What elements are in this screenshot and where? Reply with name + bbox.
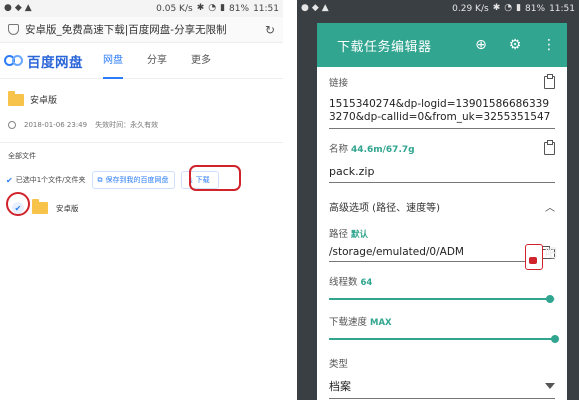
speed-label: 下载速度 MAX: [329, 314, 555, 328]
slider-knob[interactable]: [546, 295, 555, 303]
warning-icon: ▲: [321, 3, 329, 13]
link-input[interactable]: 1515340274&dp-logid=139015866863393270&d…: [329, 98, 555, 129]
clipboard-icon[interactable]: [544, 73, 555, 89]
clock: 11:51: [253, 3, 279, 14]
shared-folder-info: 安卓版 2018-01-06 23:49 失效时间：永久有效: [0, 79, 283, 130]
shared-folder-name: 安卓版: [30, 96, 58, 106]
browser-url-bar[interactable]: 安卓版_免费高速下载|百度网盘-分享无限制 ↻: [0, 17, 283, 43]
page-title: 安卓版_免费高速下载|百度网盘-分享无限制: [25, 24, 227, 36]
gear-icon[interactable]: ⚙: [507, 37, 523, 53]
threads-label-text: 线程数: [329, 277, 358, 288]
type-label: 类型: [329, 359, 349, 370]
nav-tabs: 网盘 分享 更多: [103, 43, 211, 79]
shield-icon: [8, 24, 19, 35]
bluetooth-icon: ✱: [492, 3, 501, 13]
share-date: 2018-01-06 23:49: [24, 121, 88, 129]
more-vert-icon[interactable]: ⋮: [541, 37, 557, 53]
baidu-logo[interactable]: 百度网盘: [4, 51, 83, 71]
save-to-pan-label: 保存到我的百度网盘: [105, 176, 169, 184]
advanced-options-label: 高级选项 (路径、速度等): [329, 203, 440, 214]
advanced-options-toggle[interactable]: 高级选项 (路径、速度等) ︿: [329, 199, 555, 214]
name-label: 名称 44.6m/67.7g: [329, 141, 415, 155]
signal-icon: ▮: [516, 3, 522, 13]
highlight-circle: [6, 192, 30, 216]
threads-value: 64: [360, 278, 373, 288]
wechat-icon: ●: [4, 3, 12, 13]
clock-icon: [8, 121, 16, 129]
battery-level: 81%: [229, 3, 250, 14]
threads-slider[interactable]: [329, 294, 555, 304]
clipboard-icon[interactable]: [544, 139, 555, 155]
app-bar: 下载任务编辑器 ⊕ ⚙ ⋮: [317, 23, 567, 67]
action-row: ✔ 已选中1个文件/文件夹 ⧉ 保存到我的百度网盘 ⤓ 下载: [0, 161, 283, 191]
tab-netdisk[interactable]: 网盘: [103, 43, 123, 79]
warning-icon: ▲: [24, 3, 32, 13]
save-icon: ⧉: [97, 175, 103, 184]
filename-input[interactable]: pack.zip: [329, 165, 555, 183]
type-value: 档案: [329, 380, 351, 393]
slider-fill: [329, 338, 555, 340]
battery-level: 81%: [525, 3, 546, 14]
globe-icon[interactable]: ⊕: [473, 37, 489, 53]
wechat-icon: ●: [301, 3, 309, 13]
selection-count: ✔ 已选中1个文件/文件夹: [6, 175, 86, 185]
baidu-header: 百度网盘 网盘 分享 更多: [0, 43, 283, 79]
baidu-cloud-icon: [4, 54, 24, 68]
link-label: 链接: [329, 78, 349, 89]
speed-slider[interactable]: [329, 334, 559, 344]
highlight-circle: [189, 165, 241, 191]
tab-more[interactable]: 更多: [191, 43, 211, 79]
logo-text: 百度网盘: [27, 54, 83, 71]
adm-editor-screen: ● ◆ ▲ 0.29 K/s ✱ ◔ ▮ 81% 11:51 下载任务编辑器 ⊕…: [297, 0, 579, 400]
signal-icon: ▮: [220, 3, 226, 13]
speed-label-text: 下载速度: [329, 317, 368, 328]
status-bar: ● ◆ ▲ 0.29 K/s ✱ ◔ ▮ 81% 11:51: [297, 0, 579, 17]
network-speed: 0.05 K/s: [156, 3, 193, 14]
all-files-label: 全部文件: [8, 152, 36, 160]
selection-count-text: 已选中1个文件/文件夹: [15, 176, 86, 184]
path-label-text: 路径: [329, 229, 349, 240]
path-default: 默认: [351, 230, 369, 240]
check-icon: ✔: [6, 175, 13, 185]
reload-icon[interactable]: ↻: [265, 23, 275, 37]
wifi-icon: ◔: [208, 3, 217, 13]
screen-gap: [283, 0, 297, 400]
watermark-logo: 吧: [525, 244, 577, 274]
validity-text: 失效时间：永久有效: [95, 121, 159, 129]
name-label-text: 名称: [329, 144, 349, 155]
dropdown-arrow-icon: [545, 383, 555, 389]
folder-icon: [32, 199, 48, 214]
type-select[interactable]: 档案: [329, 378, 555, 399]
file-name: 安卓版: [56, 203, 79, 213]
baidu-pan-screen: ● ◆ ▲ 0.05 K/s ✱ ◔ ▮ 81% 11:51 安卓版_免费高速下…: [0, 0, 283, 400]
file-row[interactable]: ✔ 安卓版: [0, 191, 283, 217]
clock: 11:51: [549, 3, 575, 14]
qq-icon: ◆: [14, 3, 22, 13]
tab-share[interactable]: 分享: [147, 43, 167, 79]
slider-knob[interactable]: [551, 335, 559, 343]
folder-icon: [8, 90, 24, 106]
chevron-up-icon: ︿: [545, 203, 555, 214]
path-input[interactable]: /storage/emulated/0/ADM: [329, 246, 534, 262]
speed-value: MAX: [370, 318, 392, 328]
phone-logo-icon: [525, 244, 543, 270]
bluetooth-icon: ✱: [196, 3, 205, 13]
path-label: 路径 默认: [329, 226, 555, 240]
app-title: 下载任务编辑器: [337, 39, 432, 55]
threads-label: 线程数 64: [329, 274, 555, 288]
wifi-icon: ◔: [504, 3, 513, 13]
status-bar: ● ◆ ▲ 0.05 K/s ✱ ◔ ▮ 81% 11:51: [0, 0, 283, 17]
qq-icon: ◆: [311, 3, 319, 13]
slider-fill: [329, 298, 551, 300]
file-size: 44.6m/67.7g: [351, 145, 415, 155]
editor-card: 链接 1515340274&dp-logid=13901586686339327…: [317, 67, 567, 400]
watermark-text: 吧: [545, 246, 558, 260]
network-speed: 0.29 K/s: [452, 3, 489, 14]
save-to-pan-button[interactable]: ⧉ 保存到我的百度网盘: [91, 171, 175, 189]
